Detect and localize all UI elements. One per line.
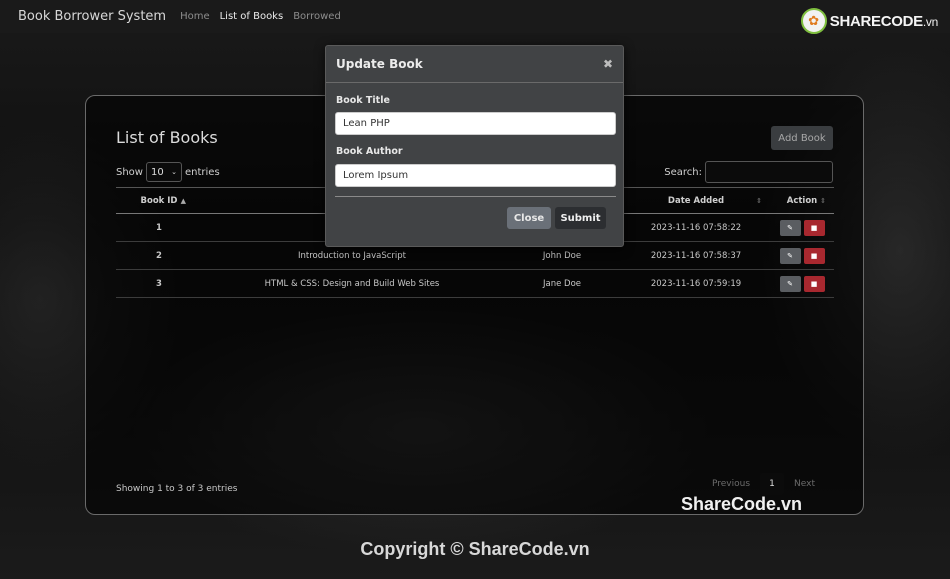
pagination-next[interactable]: Next xyxy=(784,479,825,489)
navbar: Book Borrower System Home List of Books … xyxy=(0,0,950,34)
chevron-down-icon: ⌄ xyxy=(171,168,177,176)
close-icon[interactable]: ✖ xyxy=(603,57,613,71)
cell-id: 1 xyxy=(116,213,202,242)
entries-select[interactable]: 10 ⌄ xyxy=(145,162,182,182)
entries-value: 10 xyxy=(150,166,164,178)
pencil-icon: ✎ xyxy=(787,223,793,232)
close-button[interactable]: Close xyxy=(507,207,551,229)
col-date-added[interactable]: Date Added ⇕ xyxy=(622,187,770,214)
add-book-button[interactable]: Add Book xyxy=(771,126,833,150)
book-author-input[interactable]: Lorem Ipsum xyxy=(335,164,616,187)
search: Search: xyxy=(664,161,833,183)
nav-borrowed[interactable]: Borrowed xyxy=(293,11,341,22)
cell-date: 2023-11-16 07:58:37 xyxy=(622,241,770,270)
pencil-icon: ✎ xyxy=(787,251,793,260)
sort-asc-icon: ▲ xyxy=(180,197,186,205)
logo-icon: ✿ xyxy=(800,8,827,34)
pagination-previous[interactable]: Previous xyxy=(702,479,760,489)
delete-button[interactable]: ■ xyxy=(803,247,825,264)
copyright: Copyright © ShareCode.vn xyxy=(360,539,590,559)
col-book-id[interactable]: Book ID ▲ xyxy=(116,187,202,214)
edit-button[interactable]: ✎ xyxy=(779,247,801,264)
delete-button[interactable]: ■ xyxy=(803,275,825,292)
modal-header: Update Book ✖ xyxy=(326,46,623,83)
pagination-page-1[interactable]: 1 xyxy=(760,473,785,495)
search-label: Search: xyxy=(664,166,702,178)
book-author-label: Book Author xyxy=(336,146,403,157)
delete-button[interactable]: ■ xyxy=(803,219,825,236)
nav-list-of-books[interactable]: List of Books xyxy=(220,11,284,22)
watermark: ShareCode.vn xyxy=(681,494,803,514)
cell-date: 2023-11-16 07:59:19 xyxy=(622,269,770,298)
cell-id: 3 xyxy=(116,269,202,298)
cell-author: Jane Doe xyxy=(502,269,622,298)
entries-label: entries xyxy=(184,166,220,178)
show-entries: Show 10 ⌄ entries xyxy=(116,162,220,182)
cell-title: HTML & CSS: Design and Build Web Sites xyxy=(202,269,502,298)
page-title: List of Books xyxy=(116,128,218,147)
modal-divider xyxy=(335,196,616,197)
pagination: Previous 1 Next xyxy=(702,473,825,495)
modal-title: Update Book xyxy=(336,57,423,71)
table-row: 3 HTML & CSS: Design and Build Web Sites… xyxy=(116,269,834,298)
nav-home[interactable]: Home xyxy=(180,11,210,22)
brand[interactable]: Book Borrower System xyxy=(18,9,166,24)
trash-icon: ■ xyxy=(810,223,818,232)
edit-button[interactable]: ✎ xyxy=(779,219,801,236)
cell-date: 2023-11-16 07:58:22 xyxy=(622,213,770,242)
sort-icon: ⇕ xyxy=(756,197,762,205)
trash-icon: ■ xyxy=(810,279,818,288)
trash-icon: ■ xyxy=(810,251,818,260)
edit-button[interactable]: ✎ xyxy=(779,275,801,292)
show-label: Show xyxy=(116,166,143,178)
update-book-modal: Update Book ✖ Book Title Lean PHP Book A… xyxy=(325,45,624,247)
submit-button[interactable]: Submit xyxy=(555,207,606,229)
book-title-input[interactable]: Lean PHP xyxy=(335,112,616,135)
search-input[interactable] xyxy=(705,161,833,183)
showing-entries: Showing 1 to 3 of 3 entries xyxy=(116,484,238,494)
logo-text: SHARECODE xyxy=(829,12,923,30)
pencil-icon: ✎ xyxy=(787,279,793,288)
sharecode-logo: ✿ SHARECODE.vn xyxy=(800,8,938,34)
sort-icon: ⇕ xyxy=(820,197,826,205)
col-action[interactable]: Action ⇕ xyxy=(770,187,834,214)
cell-id: 2 xyxy=(116,241,202,270)
logo-domain: .vn xyxy=(922,14,938,29)
book-title-label: Book Title xyxy=(336,95,390,106)
